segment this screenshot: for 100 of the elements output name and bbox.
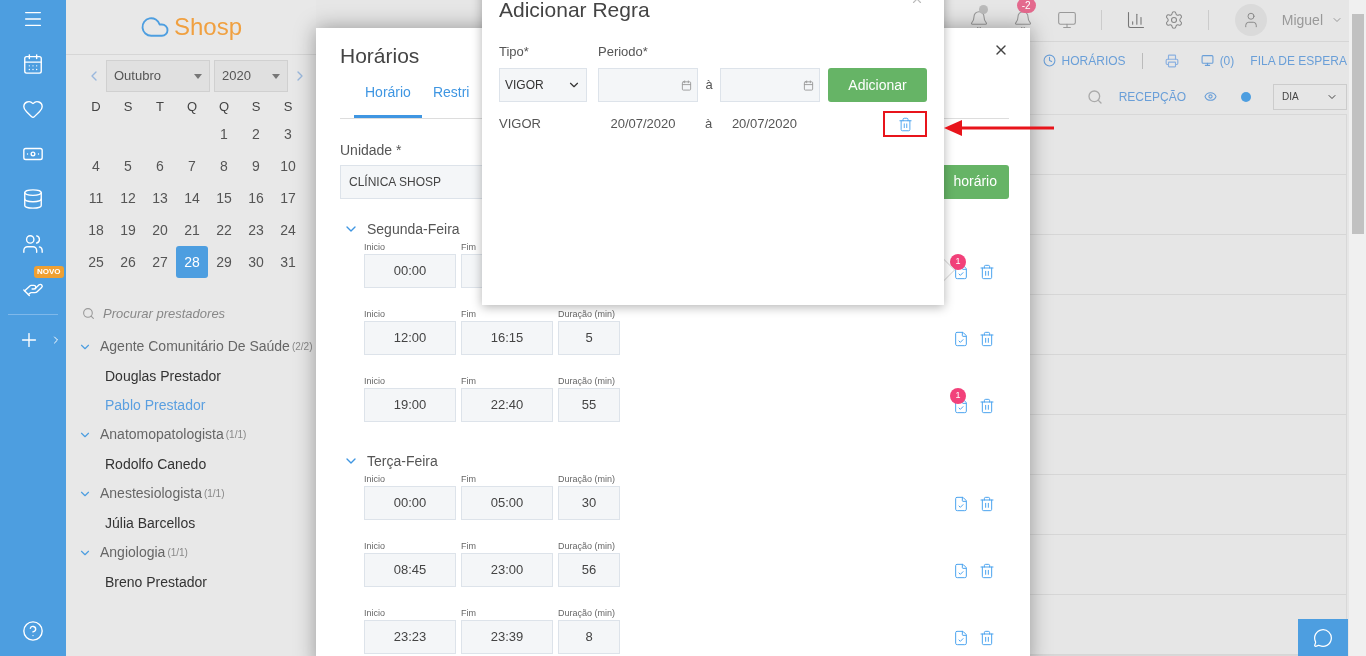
duration-label: Duração (min) — [558, 539, 615, 553]
settings-icon[interactable] — [1163, 10, 1184, 31]
duration-field[interactable]: 30 — [558, 485, 620, 520]
calendar-day[interactable]: 25 — [88, 251, 104, 273]
provider-name[interactable]: Douglas Prestador — [105, 361, 316, 391]
start-time-field[interactable]: 19:00 — [364, 387, 456, 422]
rule-icon[interactable] — [953, 629, 969, 646]
range-separator: à — [704, 76, 714, 95]
calendar-day[interactable]: 16 — [248, 187, 264, 209]
calendar-day[interactable]: 19 — [120, 219, 136, 241]
start-label: Inicio — [364, 374, 385, 388]
duration-field[interactable]: 8 — [558, 619, 620, 654]
search-icon[interactable] — [1086, 88, 1103, 105]
caret-icon[interactable] — [272, 73, 280, 79]
specialty-label[interactable]: Angiologia — [100, 542, 166, 563]
year-select[interactable]: 2020 — [214, 60, 288, 92]
bell-icon[interactable] — [1012, 10, 1033, 31]
calendar-day[interactable]: 14 — [184, 187, 200, 209]
month-select[interactable]: Outubro — [106, 60, 210, 92]
calendar-day[interactable]: 23 — [248, 219, 264, 241]
delete-icon[interactable] — [897, 116, 913, 132]
calendar-day[interactable]: 31 — [280, 251, 296, 273]
specialty-label[interactable]: Agente Comunitário De Saúde — [100, 336, 290, 357]
start-date-field[interactable] — [598, 68, 698, 102]
calendar-day[interactable]: 24 — [280, 219, 296, 241]
end-time-field[interactable]: 22:40 — [461, 387, 553, 422]
scrollbar[interactable] — [1349, 0, 1366, 656]
duration-field[interactable]: 5 — [558, 320, 620, 355]
rule-icon[interactable] — [953, 495, 969, 512]
chart-icon[interactable] — [1125, 10, 1146, 31]
calendar-day[interactable]: 2 — [252, 123, 260, 145]
people-icon[interactable] — [22, 233, 44, 255]
rule-icon[interactable] — [953, 562, 969, 579]
calendar-day[interactable]: 8 — [220, 155, 228, 177]
help-icon[interactable] — [22, 620, 44, 642]
delete-icon[interactable] — [979, 495, 995, 512]
calendar-day[interactable]: 6 — [156, 155, 164, 177]
duration-field[interactable]: 55 — [558, 387, 620, 422]
calendar-icon[interactable] — [22, 53, 44, 75]
alert-count: -2 — [1016, 0, 1036, 14]
calendar-day[interactable]: 22 — [216, 219, 232, 241]
delete-icon[interactable] — [979, 263, 995, 280]
weekday-label: Q — [217, 98, 231, 117]
view-select[interactable]: DIA — [1273, 83, 1347, 110]
calendar-day[interactable]: 7 — [188, 155, 196, 177]
delete-icon[interactable] — [979, 330, 995, 347]
calendar-day[interactable]: 20 — [152, 219, 168, 241]
calendar-day[interactable]: 3 — [284, 123, 292, 145]
calendar-day[interactable]: 17 — [280, 187, 296, 209]
rule-start-date: 20/07/2020 — [610, 115, 677, 134]
rule-icon[interactable] — [953, 330, 969, 347]
end-date-field[interactable] — [720, 68, 820, 102]
calendar-day[interactable]: 26 — [120, 251, 136, 273]
calendar-day[interactable]: 13 — [152, 187, 168, 209]
eye-icon[interactable] — [1204, 90, 1217, 104]
calendar-day[interactable]: 12 — [120, 187, 136, 209]
dialog-tab[interactable]: Restri — [421, 81, 481, 118]
start-time-field[interactable]: 08:45 — [364, 552, 456, 587]
calendar-day[interactable]: 27 — [152, 251, 168, 273]
specialty-label[interactable]: Anestesiologista — [100, 483, 202, 504]
end-time-field[interactable]: 16:15 — [461, 320, 553, 355]
start-time-field[interactable]: 00:00 — [364, 485, 456, 520]
printer-icon[interactable] — [1164, 53, 1179, 68]
heart-icon[interactable] — [22, 98, 44, 120]
provider-name[interactable]: Rodolfo Canedo — [105, 449, 316, 479]
start-time-field[interactable]: 23:23 — [364, 619, 456, 654]
delete-icon[interactable] — [979, 562, 995, 579]
end-time-field[interactable]: 23:00 — [461, 552, 553, 587]
calendar-day[interactable]: 18 — [88, 219, 104, 241]
monitor-icon[interactable] — [1056, 10, 1077, 31]
caret-icon[interactable] — [194, 73, 202, 79]
chat-button[interactable] — [1298, 619, 1348, 656]
delete-icon[interactable] — [979, 397, 995, 414]
chat-icon — [1313, 627, 1333, 648]
dialog-tab[interactable]: Horário — [354, 81, 422, 118]
specialty-label[interactable]: Anatomopatologista — [100, 424, 224, 445]
start-time-field[interactable]: 12:00 — [364, 320, 456, 355]
calendar-day[interactable]: 1 — [220, 123, 228, 145]
calendar-day[interactable]: 9 — [252, 155, 260, 177]
calendar-day[interactable]: 29 — [216, 251, 232, 273]
avatar[interactable] — [1234, 4, 1267, 37]
database-icon[interactable] — [22, 188, 44, 210]
calendar-day[interactable]: 30 — [248, 251, 264, 273]
duration-field[interactable]: 56 — [558, 552, 620, 587]
delete-icon[interactable] — [979, 629, 995, 646]
weekday-heading: Segunda-Feira — [367, 219, 460, 239]
calendar-day[interactable]: 15 — [216, 187, 232, 209]
start-time-field[interactable]: 00:00 — [364, 253, 456, 288]
end-time-field[interactable]: 05:00 — [461, 485, 553, 520]
end-time-field[interactable]: 23:39 — [461, 619, 553, 654]
calendar-day[interactable]: 10 — [280, 155, 296, 177]
type-select[interactable]: VIGOR — [499, 68, 587, 102]
calendar-day[interactable]: 21 — [184, 219, 200, 241]
calendar-day[interactable]: 11 — [88, 187, 104, 209]
provider-name[interactable]: Breno Prestador — [105, 567, 316, 597]
calendar-day[interactable]: 4 — [92, 155, 100, 177]
weekday-label: S — [282, 98, 294, 117]
bell-icon[interactable] — [968, 10, 989, 31]
provider-name[interactable]: Júlia Barcellos — [105, 508, 316, 538]
calendar-day[interactable]: 5 — [124, 155, 132, 177]
